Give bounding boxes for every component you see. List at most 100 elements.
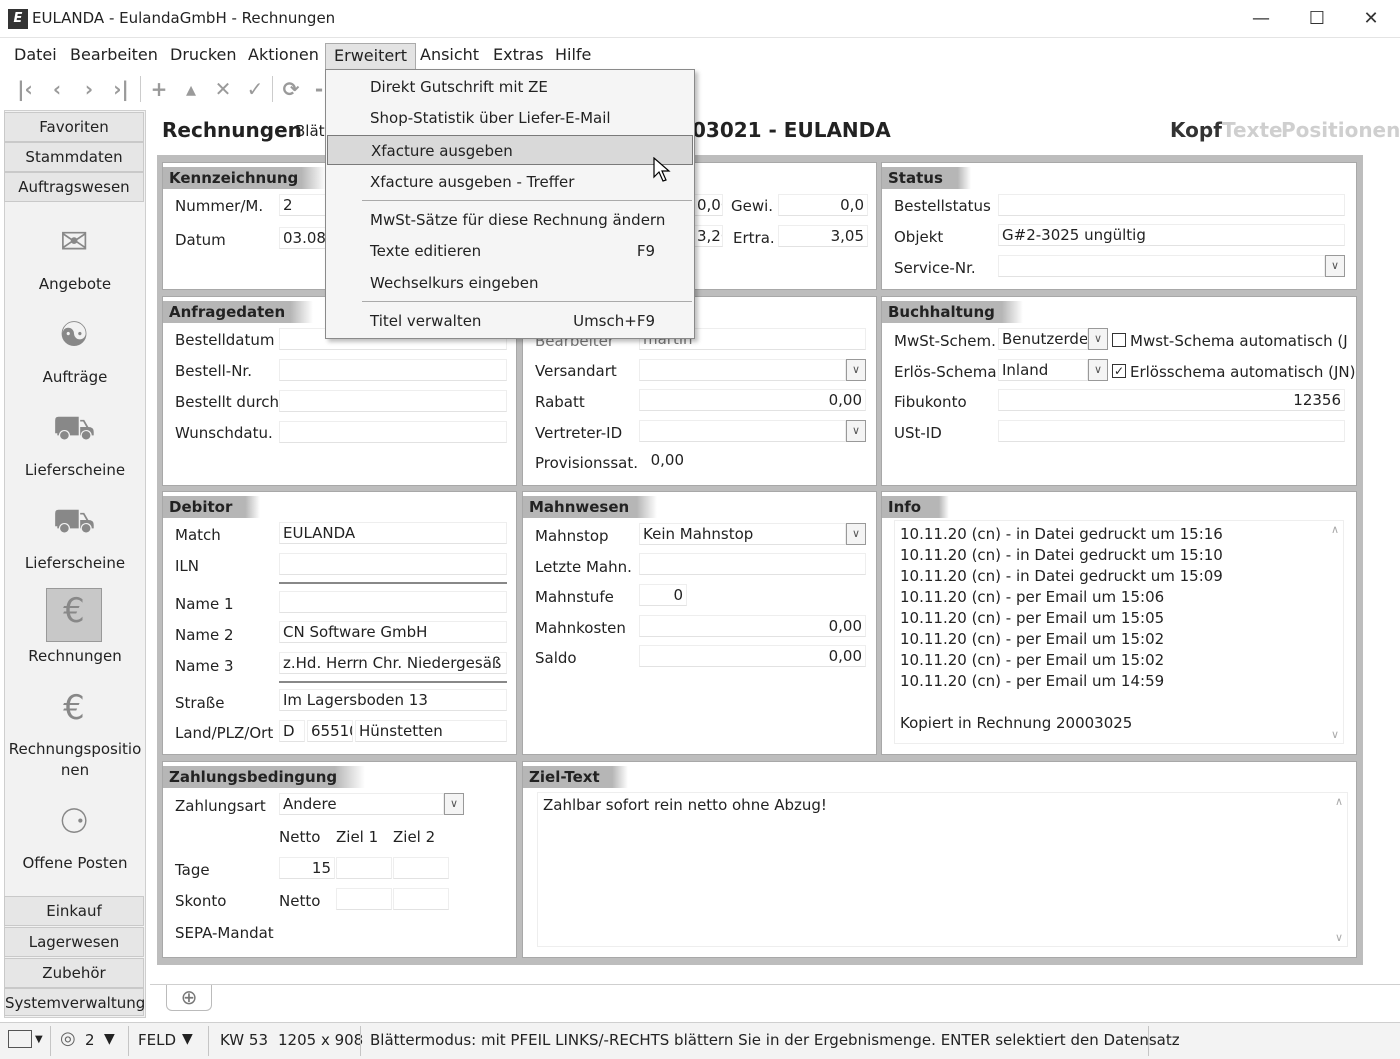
chevron-down-icon[interactable]: ∨ bbox=[444, 793, 464, 815]
mahnkosten-field[interactable]: 0,00 bbox=[639, 615, 866, 637]
menu-item-direkt-gutschrift[interactable]: Direkt Gutschrift mit ZE bbox=[327, 72, 693, 102]
scroll-down-icon[interactable]: ∨ bbox=[1331, 728, 1339, 741]
name1-field[interactable] bbox=[279, 591, 507, 613]
chevron-down-icon[interactable]: ∨ bbox=[1088, 328, 1108, 350]
chevron-down-icon[interactable]: ▼ bbox=[182, 1031, 193, 1047]
offer-icon[interactable]: ✉ bbox=[52, 220, 96, 264]
nav-zubehoer[interactable]: Zubehör bbox=[4, 958, 144, 988]
status-feld[interactable]: FELD bbox=[138, 1031, 176, 1049]
menu-datei[interactable]: Datei bbox=[6, 43, 65, 69]
bestell-nr-field[interactable] bbox=[279, 359, 507, 381]
nav-item-angebote[interactable]: Angebote bbox=[6, 275, 144, 293]
erloes-schema-field[interactable]: Inland bbox=[998, 359, 1088, 381]
ort-field[interactable]: Hünstetten bbox=[355, 720, 507, 742]
fibukonto-field[interactable]: 12356 bbox=[998, 389, 1345, 411]
nav-einkauf[interactable]: Einkauf bbox=[4, 896, 144, 926]
iln-field[interactable] bbox=[279, 553, 507, 575]
bestellt-durch-field[interactable] bbox=[279, 390, 507, 412]
service-nr-field[interactable] bbox=[998, 255, 1325, 277]
maximize-button[interactable]: ☐ bbox=[1294, 4, 1340, 34]
nav-item-lieferscheine-2[interactable]: Lieferscheine bbox=[6, 554, 144, 572]
menu-ansicht[interactable]: Ansicht bbox=[412, 43, 487, 69]
saldo-field[interactable]: 0,00 bbox=[639, 645, 866, 667]
refresh-icon[interactable]: ⟳ bbox=[278, 76, 304, 102]
menu-item-wechselkurs[interactable]: Wechselkurs eingeben bbox=[327, 268, 693, 298]
menu-item-xfacture-ausgeben[interactable]: Xfacture ausgeben bbox=[327, 135, 693, 165]
tab-kopf[interactable]: Kopf bbox=[1170, 118, 1222, 142]
nav-auftragswesen[interactable]: Auftragswesen bbox=[4, 172, 144, 202]
strasse-field[interactable]: Im Lagersboden 13 bbox=[279, 689, 507, 711]
nav-item-rechnungen[interactable]: Rechnungen bbox=[6, 647, 144, 665]
add-tab-icon[interactable]: ⊕ bbox=[166, 985, 212, 1011]
objekt-field[interactable]: G#2-3025 ungültig bbox=[998, 224, 1345, 246]
scroll-up-icon[interactable]: ∧ bbox=[1331, 523, 1339, 536]
chevron-down-icon[interactable]: ∨ bbox=[1325, 255, 1345, 277]
ust-id-field[interactable] bbox=[998, 420, 1345, 442]
truck-icon[interactable]: ⛟ bbox=[52, 499, 96, 543]
nav-stammdaten[interactable]: Stammdaten bbox=[4, 142, 144, 172]
menu-hilfe[interactable]: Hilfe bbox=[547, 43, 599, 69]
zahlungsart-field[interactable]: Andere bbox=[279, 793, 444, 815]
menu-item-mwst-saetze[interactable]: MwSt-Sätze für diese Rechnung ändern bbox=[327, 205, 693, 235]
menu-erweitert[interactable]: Erweitert bbox=[325, 43, 417, 69]
next-record-icon[interactable]: › bbox=[76, 76, 102, 102]
wunschdatum-field[interactable] bbox=[279, 421, 507, 443]
nav-systemverwaltung[interactable]: Systemverwaltung bbox=[4, 988, 145, 1016]
menu-bearbeiten[interactable]: Bearbeiten bbox=[62, 43, 166, 69]
mwst-schema-auto-checkbox[interactable] bbox=[1112, 333, 1126, 347]
tage-ziel1-field[interactable] bbox=[336, 857, 392, 879]
truck-icon[interactable]: ⛟ bbox=[52, 406, 96, 450]
vertreter-id-field[interactable] bbox=[639, 420, 846, 442]
scroll-down-icon[interactable]: ∨ bbox=[1335, 931, 1343, 944]
window-layout-icon[interactable] bbox=[8, 1030, 32, 1048]
chevron-down-icon[interactable]: ∨ bbox=[846, 420, 866, 442]
menu-drucken[interactable]: Drucken bbox=[162, 43, 245, 69]
name3-field[interactable]: z.Hd. Herrn Chr. Niedergesäß bbox=[279, 652, 507, 674]
land-field[interactable]: D bbox=[279, 720, 305, 742]
versandart-field[interactable] bbox=[639, 359, 846, 381]
menu-item-xfacture-treffer[interactable]: Xfacture ausgeben - Treffer bbox=[327, 167, 693, 197]
erloes-schema-auto-checkbox[interactable]: ✓ bbox=[1112, 364, 1126, 378]
value-field-2[interactable]: 3,20 bbox=[693, 225, 723, 247]
handshake-icon[interactable]: ☯ bbox=[52, 313, 96, 357]
money-icon[interactable]: ⚆ bbox=[52, 800, 96, 844]
name2-field[interactable]: CN Software GmbH bbox=[279, 621, 507, 643]
tab-positionen[interactable]: Positionen bbox=[1281, 118, 1400, 142]
mahnstufe-field[interactable]: 0 bbox=[639, 584, 687, 606]
menu-extras[interactable]: Extras bbox=[485, 43, 552, 69]
scroll-up-icon[interactable]: ∧ bbox=[1335, 795, 1343, 808]
add-icon[interactable]: + bbox=[146, 76, 172, 102]
skonto-ziel1-field[interactable] bbox=[336, 888, 392, 910]
chevron-down-icon[interactable]: ▼ bbox=[104, 1031, 115, 1047]
value-field[interactable]: 0,00 bbox=[693, 194, 723, 216]
mwst-schema-field[interactable]: Benutzerdef bbox=[998, 328, 1088, 350]
menu-aktionen[interactable]: Aktionen bbox=[240, 43, 327, 69]
tage-ziel2-field[interactable] bbox=[393, 857, 449, 879]
tab-texte[interactable]: Texte bbox=[1222, 118, 1283, 142]
minimize-button[interactable]: — bbox=[1238, 4, 1284, 34]
menu-item-titel-verwalten[interactable]: Titel verwalten Umsch+F9 bbox=[327, 306, 693, 336]
plz-field[interactable]: 65510 bbox=[307, 720, 353, 742]
nav-item-lieferscheine[interactable]: Lieferscheine bbox=[6, 461, 144, 479]
menu-item-texte-editieren[interactable]: Texte editieren F9 bbox=[327, 236, 693, 266]
tage-netto-field[interactable]: 15 bbox=[279, 857, 335, 879]
invoice-icon[interactable]: € bbox=[46, 588, 102, 642]
chevron-down-icon[interactable]: ∨ bbox=[846, 523, 866, 545]
menu-item-shop-statistik[interactable]: Shop-Statistik über Liefer-E-Mail bbox=[327, 103, 693, 133]
ziel-text-area[interactable]: Zahlbar sofort rein netto ohne Abzug! ∧ … bbox=[537, 792, 1348, 947]
delete-icon[interactable]: ✕ bbox=[210, 76, 236, 102]
last-record-icon[interactable]: ›| bbox=[108, 76, 134, 102]
ertrag-field[interactable]: 3,05 bbox=[778, 225, 868, 247]
confirm-icon[interactable]: ✓ bbox=[242, 76, 268, 102]
chevron-down-icon[interactable]: ∨ bbox=[1088, 359, 1108, 381]
provisionssatz-field[interactable]: 0,00 bbox=[639, 450, 687, 472]
first-record-icon[interactable]: |‹ bbox=[12, 76, 38, 102]
letzte-mahnung-field[interactable] bbox=[639, 553, 866, 575]
nav-item-auftraege[interactable]: Aufträge bbox=[6, 368, 144, 386]
previous-record-icon[interactable]: ‹ bbox=[44, 76, 70, 102]
nav-favoriten[interactable]: Favoriten bbox=[4, 112, 144, 142]
nav-item-offene-posten[interactable]: Offene Posten bbox=[6, 854, 144, 872]
bestellstatus-field[interactable] bbox=[998, 194, 1345, 216]
gewicht-field[interactable]: 0,0 bbox=[778, 194, 868, 216]
close-button[interactable]: ✕ bbox=[1348, 4, 1394, 34]
